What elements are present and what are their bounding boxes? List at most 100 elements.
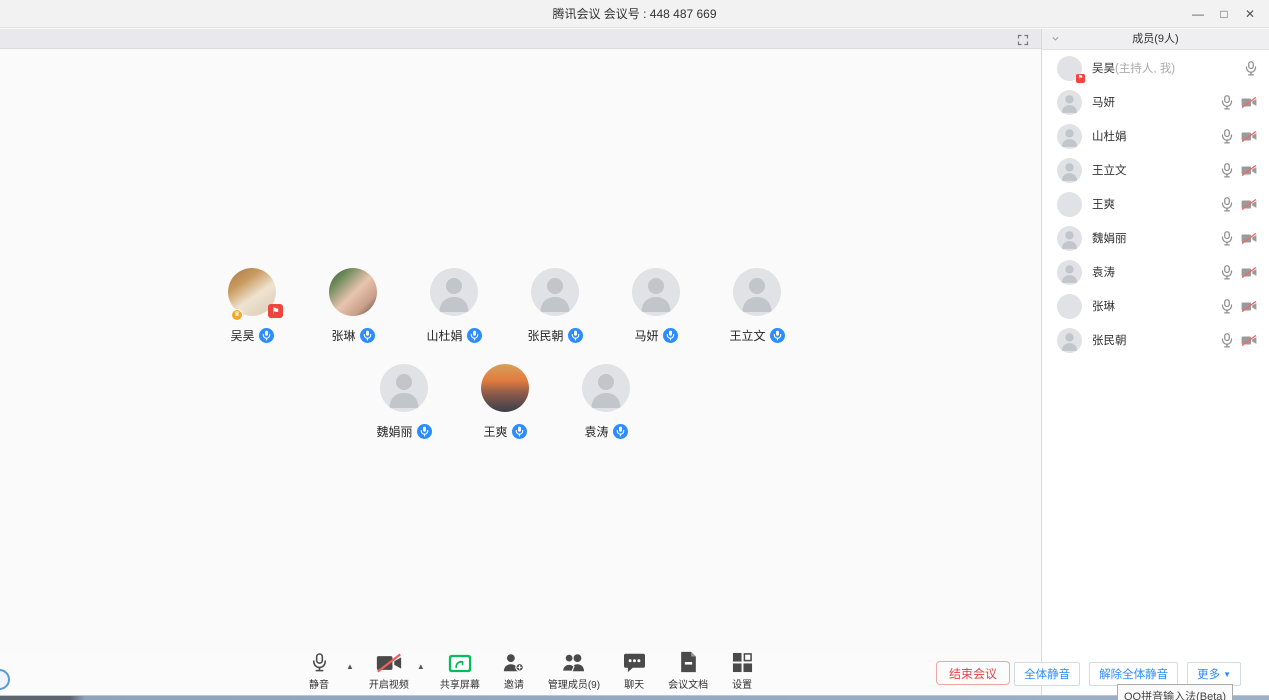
more-button[interactable]: 更多▼ [1187,662,1241,686]
participant-avatar [430,268,478,316]
participant-tile[interactable]: 马妍 [611,268,701,344]
mic-on-badge[interactable] [568,328,583,343]
participants-grid: ♛⚑ 吴昊 张琳 山杜娟 [0,49,1041,651]
member-avatar [1057,260,1082,285]
participant-tile[interactable]: 张琳 [308,268,398,344]
member-camera-off-icon[interactable] [1241,164,1257,177]
toolbar-item-video-caret[interactable]: ▲ [417,662,425,671]
mic-on-badge[interactable] [467,328,482,343]
mic-on-badge[interactable] [613,424,628,439]
member-camera-off-icon[interactable] [1241,266,1257,279]
mic-on-badge[interactable] [663,328,678,343]
unmute-all-button[interactable]: 解除全体静音 [1089,662,1178,686]
host-flag-badge: ⚑ [1076,74,1085,83]
mic-on-badge[interactable] [770,328,785,343]
toolbar-item-docs[interactable]: 会议文档 [668,651,708,691]
member-row[interactable]: 山杜娟 [1042,119,1269,153]
member-avatar [1057,226,1082,251]
member-mic-icon[interactable] [1221,197,1233,212]
member-camera-off-icon[interactable] [1241,300,1257,313]
toolbar-item-members[interactable]: 管理成员(9) [548,651,600,691]
fullscreen-icon[interactable] [1017,33,1029,45]
member-mic-icon[interactable] [1221,95,1233,110]
toolbar-item-video[interactable]: 开启视频 [369,651,409,691]
member-camera-off-icon[interactable] [1241,96,1257,109]
participant-name: 王爽 [483,423,507,440]
member-list: ⚑ 吴昊 (主持人, 我) 马妍 山杜娟 [1042,51,1269,649]
participant-tile[interactable]: 王立文 [712,268,802,344]
member-mic-icon[interactable] [1221,163,1233,178]
member-mic-icon[interactable] [1221,265,1233,280]
toolbar-item-chat[interactable]: 聊天 [615,651,653,691]
mute-all-button[interactable]: 全体静音 [1014,662,1080,686]
toolbar-item-label: 会议文档 [668,676,708,691]
member-row[interactable]: 袁涛 [1042,255,1269,289]
members-panel: 成员(9人) ⚑ 吴昊 (主持人, 我) 马妍 [1041,29,1269,695]
member-avatar [1057,192,1082,217]
participant-name-row: 王立文 [729,327,784,344]
member-mic-icon[interactable] [1221,333,1233,348]
mic-on-badge[interactable] [512,424,527,439]
participant-tile[interactable]: 王爽 [460,364,550,440]
member-name: 魏娟丽 [1092,230,1127,246]
participant-name-row: 魏娟丽 [376,423,431,440]
member-row[interactable]: 张民朝 [1042,323,1269,357]
member-av-controls [1245,61,1257,76]
mic-on-badge[interactable] [360,328,375,343]
member-avatar [1057,294,1082,319]
participant-tile[interactable]: ♛⚑ 吴昊 [207,268,297,344]
participant-avatar [329,268,377,316]
member-av-controls [1221,231,1257,246]
member-camera-off-icon[interactable] [1241,334,1257,347]
toolbar-item-label: 静音 [309,676,329,691]
member-camera-off-icon[interactable] [1241,198,1257,211]
member-mic-icon[interactable] [1221,231,1233,246]
member-name: 袁涛 [1092,264,1115,280]
member-row[interactable]: 王爽 [1042,187,1269,221]
participant-avatar: ♛⚑ [228,268,276,316]
mic-on-badge[interactable] [259,328,274,343]
member-row[interactable]: 马妍 [1042,85,1269,119]
toolbar-item-mute[interactable]: 静音 [300,651,338,691]
participant-avatar [632,268,680,316]
participant-name: 张民朝 [527,327,563,344]
participant-name: 马妍 [634,327,658,344]
participant-tile[interactable]: 袁涛 [561,364,651,440]
member-mic-icon[interactable] [1245,61,1257,76]
share-icon [448,651,472,673]
member-name: 张琳 [1092,298,1115,314]
title-bar: 腾讯会议 会议号 : 448 487 669 — □ ✕ [0,0,1269,28]
video-icon [376,651,402,673]
participant-avatar [733,268,781,316]
collapse-chevron-icon[interactable] [1051,34,1060,43]
participant-tile[interactable]: 魏娟丽 [359,364,449,440]
member-row[interactable]: 王立文 [1042,153,1269,187]
end-meeting-button[interactable]: 结束会议 [936,661,1010,685]
participant-name: 张琳 [331,327,355,344]
toolbar-item-settings[interactable]: 设置 [723,651,761,691]
participant-tile[interactable]: 山杜娟 [409,268,499,344]
chat-icon [623,651,646,673]
participant-tile[interactable]: 张民朝 [510,268,600,344]
member-row[interactable]: ⚑ 吴昊 (主持人, 我) [1042,51,1269,85]
host-crown-badge: ♛ [231,309,243,321]
member-avatar [1057,328,1082,353]
minimize-button[interactable]: — [1185,7,1211,21]
toolbar-item-mute-caret[interactable]: ▲ [346,662,354,671]
member-mic-icon[interactable] [1221,129,1233,144]
maximize-button[interactable]: □ [1211,7,1237,21]
toolbar-item-invite[interactable]: 邀请 [495,651,533,691]
member-camera-off-icon[interactable] [1241,232,1257,245]
members-icon [561,651,586,673]
docs-icon [679,651,698,673]
member-row[interactable]: 张琳 [1042,289,1269,323]
member-camera-off-icon[interactable] [1241,130,1257,143]
member-av-controls [1221,299,1257,314]
toolbar-items: 静音 ▲ 开启视频 ▲ 共享屏幕 邀请 管理成员(9) 聊天 会议文档 设置 [300,651,761,691]
close-button[interactable]: ✕ [1237,7,1263,21]
toolbar-item-share[interactable]: 共享屏幕 [440,651,480,691]
mic-on-badge[interactable] [417,424,432,439]
member-mic-icon[interactable] [1221,299,1233,314]
member-row[interactable]: 魏娟丽 [1042,221,1269,255]
participant-name-row: 袁涛 [584,423,627,440]
